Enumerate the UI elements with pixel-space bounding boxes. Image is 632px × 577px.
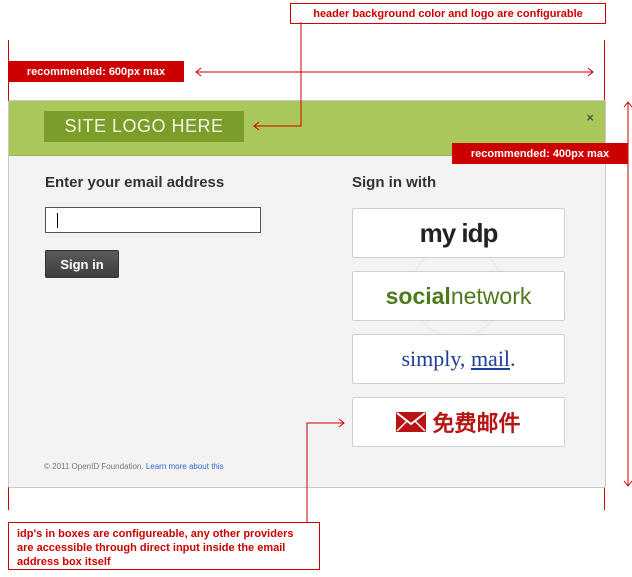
provider-period-label: .: [510, 346, 516, 371]
email-input[interactable]: [46, 208, 260, 232]
learn-more-link[interactable]: Learn more about this: [146, 462, 224, 471]
provider-social-label: social: [385, 282, 451, 309]
idp-config-note: idp's in boxes are configureable, any ot…: [8, 522, 320, 570]
site-logo: SITE LOGO HERE: [44, 111, 244, 142]
provider-simply-label: simply,: [401, 346, 471, 371]
height-recommendation-badge: recommended: 400px max: [452, 143, 628, 164]
header-config-note-text: header background color and logo are con…: [313, 7, 583, 20]
provider-heading: Sign in with: [352, 174, 437, 191]
header-note-connector: [253, 22, 302, 131]
provider-chinese-mail-content: 免费邮件: [396, 406, 521, 438]
mail-envelope-icon: [396, 412, 427, 432]
provider-mail-label: mail: [470, 346, 511, 371]
signin-button[interactable]: Sign in: [45, 250, 119, 278]
text-caret: [57, 213, 58, 228]
provider-myidp-button[interactable]: my idp: [352, 208, 565, 258]
height-recommendation-text: recommended: 400px max: [470, 147, 610, 160]
footer: © 2011 OpenID Foundation. Learn more abo…: [44, 462, 224, 471]
width-recommendation-badge: recommended: 600px max: [8, 61, 184, 82]
provider-chinese-mail-button[interactable]: 免费邮件: [352, 397, 565, 447]
provider-socialnetwork-button[interactable]: social network: [352, 271, 565, 321]
header-config-note: header background color and logo are con…: [290, 3, 606, 24]
width-recommendation-text: recommended: 600px max: [26, 65, 166, 78]
copyright-text: © 2011 OpenID Foundation.: [44, 462, 146, 471]
provider-myidp-label: my idp: [419, 217, 499, 248]
email-field[interactable]: [45, 207, 261, 233]
idp-note-connector: [306, 418, 345, 523]
close-icon[interactable]: ×: [586, 110, 594, 125]
provider-network-label: network: [450, 282, 532, 309]
provider-simplymail-button[interactable]: simply, mail.: [352, 334, 565, 384]
email-heading: Enter your email address: [45, 174, 225, 191]
provider-chinese-mail-label: 免费邮件: [432, 411, 521, 436]
idp-config-note-text: idp's in boxes are configureable, any ot…: [17, 528, 294, 568]
